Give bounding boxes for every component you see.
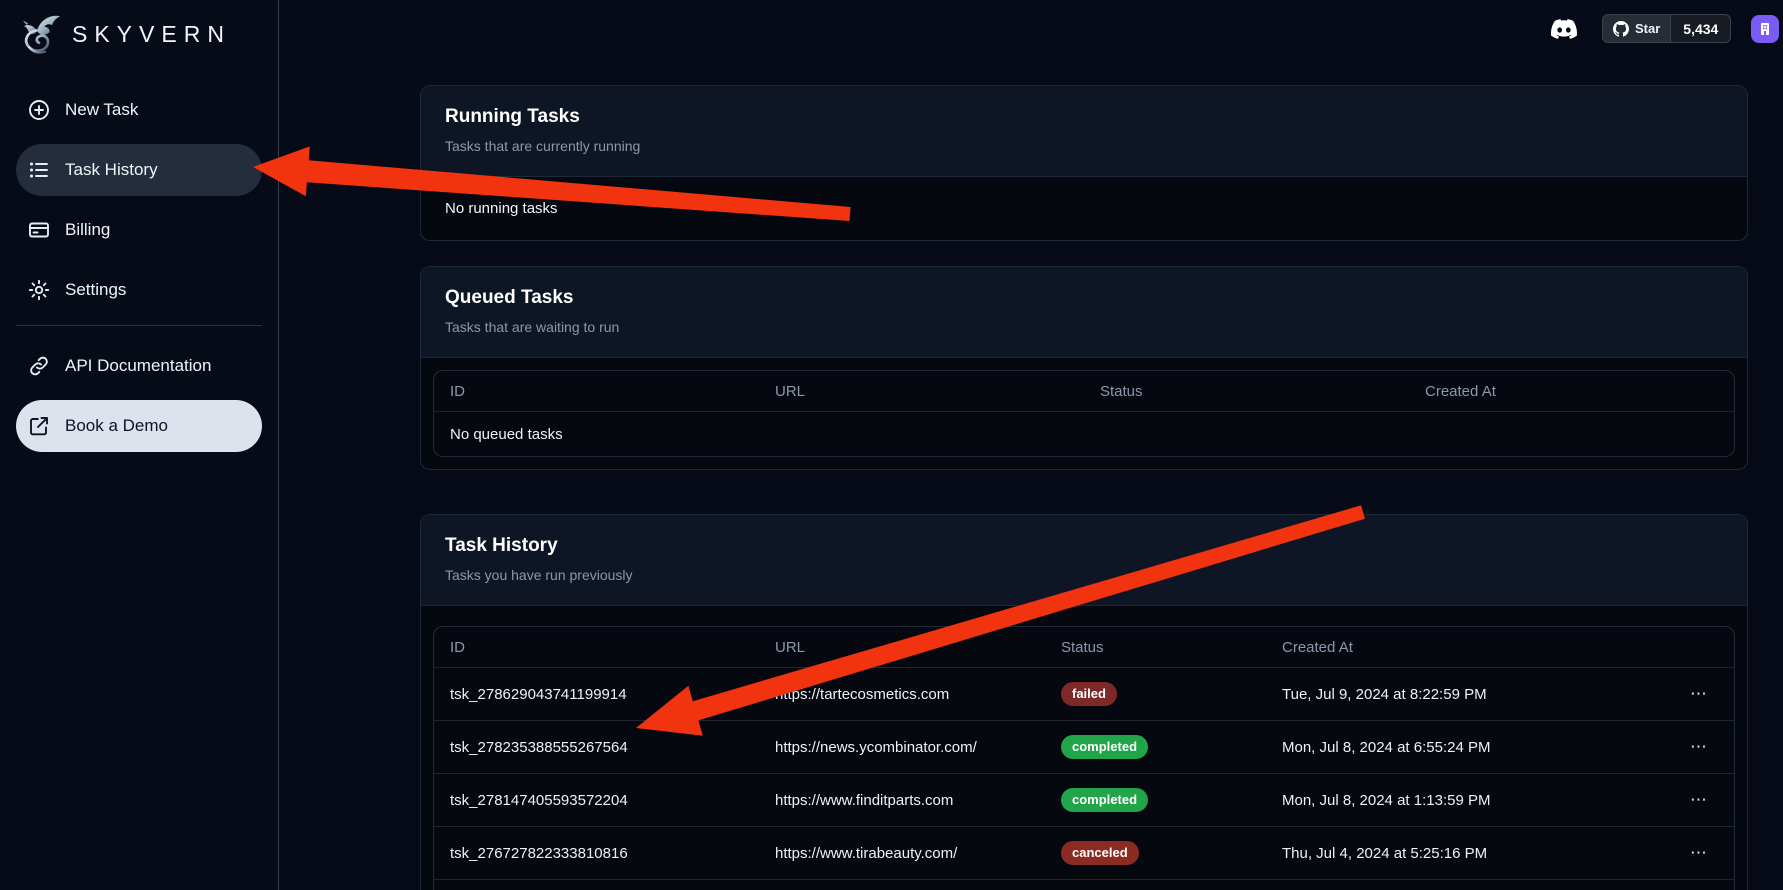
running-tasks-card: Running Tasks Tasks that are currently r… [420,85,1748,241]
queued-empty-row: No queued tasks [434,412,1734,456]
task-history-body: IDURLStatusCreated At tsk_27862904374119… [421,606,1747,890]
status-badge: completed [1061,788,1148,812]
task-history-row[interactable]: tsk_278235388555267564https://news.ycomb… [434,721,1734,774]
plus-circle-icon [27,98,51,122]
ellipsis-icon[interactable]: ⋯ [1630,774,1734,827]
credit-card-icon [27,218,51,242]
sidebar-divider [16,325,262,326]
sidebar-item-new-task[interactable]: New Task [16,84,262,136]
task-history-row[interactable]: tsk_278147405593572204https://www.findit… [434,774,1734,827]
task-id-cell[interactable]: tsk_276727822333810816 [434,827,759,880]
column-header-status: Status [1045,627,1266,668]
task-url-cell[interactable]: https://news.ycombinator.com/ [759,721,1045,774]
ellipsis-icon[interactable]: ⋯ [1630,827,1734,880]
queued-tasks-card: Queued Tasks Tasks that are waiting to r… [420,266,1748,470]
list-icon [27,158,51,182]
gear-icon [27,278,51,302]
sidebar-item-task-history[interactable]: Task History [16,144,262,196]
column-header-created-at: Created At [1409,371,1734,412]
task-id-cell[interactable]: tsk_278629043741199914 [434,668,759,721]
link-icon [27,354,51,378]
sidebar-item-api-documentation[interactable]: API Documentation [16,340,262,392]
column-header-status: Status [1084,371,1409,412]
sidebar-item-label: Book a Demo [65,416,168,436]
queued-tasks-body: IDURLStatusCreated At No queued tasks [421,358,1747,469]
sidebar: SKYVERN New Task Task History Billing Setti… [0,0,279,890]
history-table-header-row: IDURLStatusCreated At [434,627,1734,668]
column-header-created-at: Created At [1266,627,1630,668]
sidebar-item-settings[interactable]: Settings [16,264,262,316]
queued-tasks-header: Queued Tasks Tasks that are waiting to r… [421,267,1747,358]
sidebar-item-label: Settings [65,280,126,300]
queued-tasks-subtitle: Tasks that are waiting to run [445,319,1723,335]
brand-name: SKYVERN [72,21,231,48]
task-status-cell: completed [1045,774,1266,827]
task-url-cell[interactable]: https://www.geico.com [759,880,1045,890]
queued-tasks-table: IDURLStatusCreated At No queued tasks [433,370,1735,457]
task-created-at-cell: Thu, Jun 27, 2024 at 8:38:58 PM [1266,880,1630,890]
sidebar-nav-secondary: API Documentation Book a Demo [16,340,262,452]
task-status-cell: completed [1045,721,1266,774]
ellipsis-icon[interactable]: ⋯ [1630,668,1734,721]
main-content: Running Tasks Tasks that are currently r… [279,0,1783,890]
task-history-table: IDURLStatusCreated At tsk_27862904374119… [433,626,1735,890]
task-url-cell[interactable]: https://www.tirabeauty.com/ [759,827,1045,880]
status-badge: canceled [1061,841,1139,865]
task-url-cell[interactable]: https://tartecosmetics.com [759,668,1045,721]
sidebar-item-billing[interactable]: Billing [16,204,262,256]
task-history-title: Task History [445,535,1723,557]
task-history-header: Task History Tasks you have run previous… [421,515,1747,606]
sidebar-nav-primary: New Task Task History Billing Settings [16,84,262,316]
wyvern-logo-icon [16,11,62,57]
task-history-row[interactable]: tsk_274180139292204058https://www.geico.… [434,880,1734,890]
sidebar-item-label: New Task [65,100,138,120]
column-header-id: ID [434,627,759,668]
running-tasks-header: Running Tasks Tasks that are currently r… [421,86,1747,177]
task-history-subtitle: Tasks you have run previously [445,567,1723,583]
column-header-actions [1630,627,1734,668]
task-status-cell: completed [1045,880,1266,890]
sidebar-item-label: API Documentation [65,356,211,376]
status-badge: failed [1061,682,1117,706]
running-tasks-subtitle: Tasks that are currently running [445,138,1723,154]
queued-empty-text: No queued tasks [434,412,1734,456]
task-created-at-cell: Mon, Jul 8, 2024 at 6:55:24 PM [1266,721,1630,774]
column-header-url: URL [759,371,1084,412]
column-header-id: ID [434,371,759,412]
task-created-at-cell: Mon, Jul 8, 2024 at 1:13:59 PM [1266,774,1630,827]
status-badge: completed [1061,735,1148,759]
column-header-url: URL [759,627,1045,668]
task-history-row[interactable]: tsk_278629043741199914https://tartecosme… [434,668,1734,721]
running-tasks-body: No running tasks [421,177,1747,240]
sidebar-item-book-a-demo[interactable]: Book a Demo [16,400,262,452]
ellipsis-icon[interactable]: ⋯ [1630,880,1734,890]
task-created-at-cell: Tue, Jul 9, 2024 at 8:22:59 PM [1266,668,1630,721]
task-history-card: Task History Tasks you have run previous… [420,514,1748,890]
queued-tasks-title: Queued Tasks [445,287,1723,309]
task-history-row[interactable]: tsk_276727822333810816https://www.tirabe… [434,827,1734,880]
task-id-cell[interactable]: tsk_278235388555267564 [434,721,759,774]
running-tasks-title: Running Tasks [445,106,1723,128]
running-tasks-empty: No running tasks [421,177,1747,240]
sidebar-item-label: Billing [65,220,110,240]
task-id-cell[interactable]: tsk_274180139292204058 [434,880,759,890]
queued-table-header-row: IDURLStatusCreated At [434,371,1734,412]
task-status-cell: failed [1045,668,1266,721]
ellipsis-icon[interactable]: ⋯ [1630,721,1734,774]
brand-logo: SKYVERN [16,0,262,62]
task-created-at-cell: Thu, Jul 4, 2024 at 5:25:16 PM [1266,827,1630,880]
sidebar-item-label: Task History [65,160,158,180]
task-status-cell: canceled [1045,827,1266,880]
external-link-icon [27,414,51,438]
task-id-cell[interactable]: tsk_278147405593572204 [434,774,759,827]
task-url-cell[interactable]: https://www.finditparts.com [759,774,1045,827]
